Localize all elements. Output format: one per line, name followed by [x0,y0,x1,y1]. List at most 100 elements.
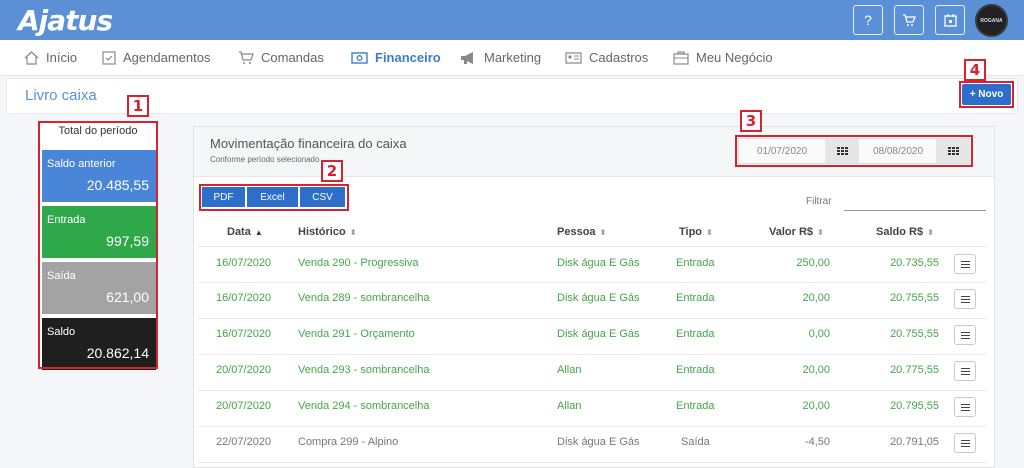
cell-saldo: 20.791,05 [890,436,939,448]
briefcase-icon [673,50,689,65]
cell-historico: Compra 299 - Alpino [298,436,399,448]
cell-saldo: 20.795,55 [890,400,939,412]
top-bar: Ajatus ? ROGANA [0,0,1024,40]
header-divider [198,246,986,247]
row-divider [198,390,986,391]
help-button[interactable]: ? [853,5,883,35]
home-icon [24,50,39,65]
nav-item-label: Agendamentos [123,50,211,65]
id-card-icon [565,51,582,64]
row-menu-button[interactable] [954,254,976,274]
annotation-box-4 [959,81,1014,108]
cell-data: 16/07/2020 [216,257,272,269]
cell-pessoa: Disk água E Gás [557,436,640,448]
cell-pessoa: Disk água E Gás [557,292,640,304]
annotation-label-2: 2 [321,160,343,182]
cell-historico: Venda 291 - Orçamento [298,328,415,340]
nav-item-meu-negocio[interactable]: Meu Negócio [673,50,773,65]
cell-saldo: 20.775,55 [890,364,939,376]
cart-icon [903,13,916,26]
row-menu-button[interactable] [954,433,976,453]
cell-saldo: 20.755,55 [890,292,939,304]
nav-item-marketing[interactable]: Marketing [460,50,541,65]
cell-tipo: Saída [681,436,710,448]
nav-item-inicio[interactable]: Início [24,50,77,65]
cell-historico: Venda 290 - Progressiva [298,257,419,269]
cell-pessoa: Allan [557,364,582,376]
cell-historico: Venda 289 - sombrancelha [298,292,430,304]
calendar-button[interactable] [935,5,965,35]
cell-tipo: Entrada [676,400,715,412]
nav-item-comandas[interactable]: Comandas [238,50,324,65]
cell-pessoa: Disk água E Gás [557,257,640,269]
column-label: Saldo R$ [876,226,924,238]
column-header-saldo[interactable]: Saldo R$ ⬍ [876,226,934,238]
cell-tipo: Entrada [676,364,715,376]
row-divider [198,354,986,355]
cart-icon [239,50,254,64]
nav-item-agendamentos[interactable]: Agendamentos [102,50,210,65]
sort-icon: ⬍ [817,228,824,237]
row-menu-button[interactable] [954,361,976,381]
column-header-pessoa[interactable]: Pessoa ⬍ [557,226,606,238]
column-header-valor[interactable]: Valor R$ ⬍ [769,226,824,238]
cell-data: 16/07/2020 [216,292,272,304]
cell-data: 20/07/2020 [216,400,272,412]
annotation-box-1 [38,121,158,369]
column-label: Data [227,226,251,238]
column-label: Pessoa [557,226,596,238]
cell-tipo: Entrada [676,328,715,340]
cell-tipo: Entrada [676,257,715,269]
row-divider [198,318,986,319]
cell-tipo: Entrada [676,292,715,304]
nav-item-label: Início [46,50,78,65]
nav-item-label: Marketing [484,50,542,65]
annotation-label-1: 1 [127,95,149,117]
sort-icon: ⬍ [349,228,357,237]
column-header-tipo[interactable]: Tipo ⬍ [679,226,713,238]
nav-item-financeiro[interactable]: Financeiro [351,50,441,65]
app-logo[interactable]: Ajatus [18,4,113,37]
row-menu-button[interactable] [954,397,976,417]
cell-pessoa: Allan [557,400,582,412]
sort-icon: ⬍ [706,228,713,237]
cell-data: 16/07/2020 [216,328,272,340]
cell-historico: Venda 293 - sombrancelha [298,364,430,376]
filter-input[interactable] [844,194,986,211]
cell-valor: 20,00 [802,364,830,376]
cell-valor: 250,00 [796,257,830,269]
column-label: Valor R$ [769,226,814,238]
cell-historico: Venda 294 - sombrancelha [298,400,430,412]
cell-data: 20/07/2020 [216,364,272,376]
help-icon: ? [864,12,872,28]
cell-saldo: 20.735,55 [890,257,939,269]
sort-icon: ⬍ [927,228,934,237]
cell-valor: 0,00 [808,328,830,340]
cell-data: 22/07/2020 [216,436,272,448]
cell-valor: -4,50 [804,436,830,448]
column-header-data[interactable]: Data ▲ [227,226,263,238]
annotation-box-3 [735,135,973,167]
row-divider [198,426,986,427]
money-icon [351,51,368,64]
nav-item-label: Meu Negócio [696,50,773,65]
nav-item-label: Cadastros [589,50,649,65]
annotation-label-3: 3 [740,110,762,132]
card-title: Movimentação financeira do caixa [210,136,407,151]
page-header: Livro caixa [6,78,1018,114]
annotation-label-4: 4 [964,59,986,81]
nav-item-cadastros[interactable]: Cadastros [565,50,648,65]
row-menu-button[interactable] [954,289,976,309]
nav-item-label: Financeiro [375,50,441,65]
row-divider [198,462,986,463]
nav-item-label: Comandas [261,50,324,65]
row-menu-button[interactable] [954,325,976,345]
card-subtitle: Conforme período selecionado [210,155,320,164]
column-header-historico[interactable]: Histórico ⬍ [298,226,356,238]
main-nav: Início Agendamentos Comandas Financeiro … [0,40,1024,76]
cart-button[interactable] [894,5,924,35]
calendar-icon [943,13,957,27]
sort-asc-icon: ▲ [254,228,263,237]
avatar[interactable]: ROGANA [975,4,1008,37]
filter-label: Filtrar [806,196,832,207]
